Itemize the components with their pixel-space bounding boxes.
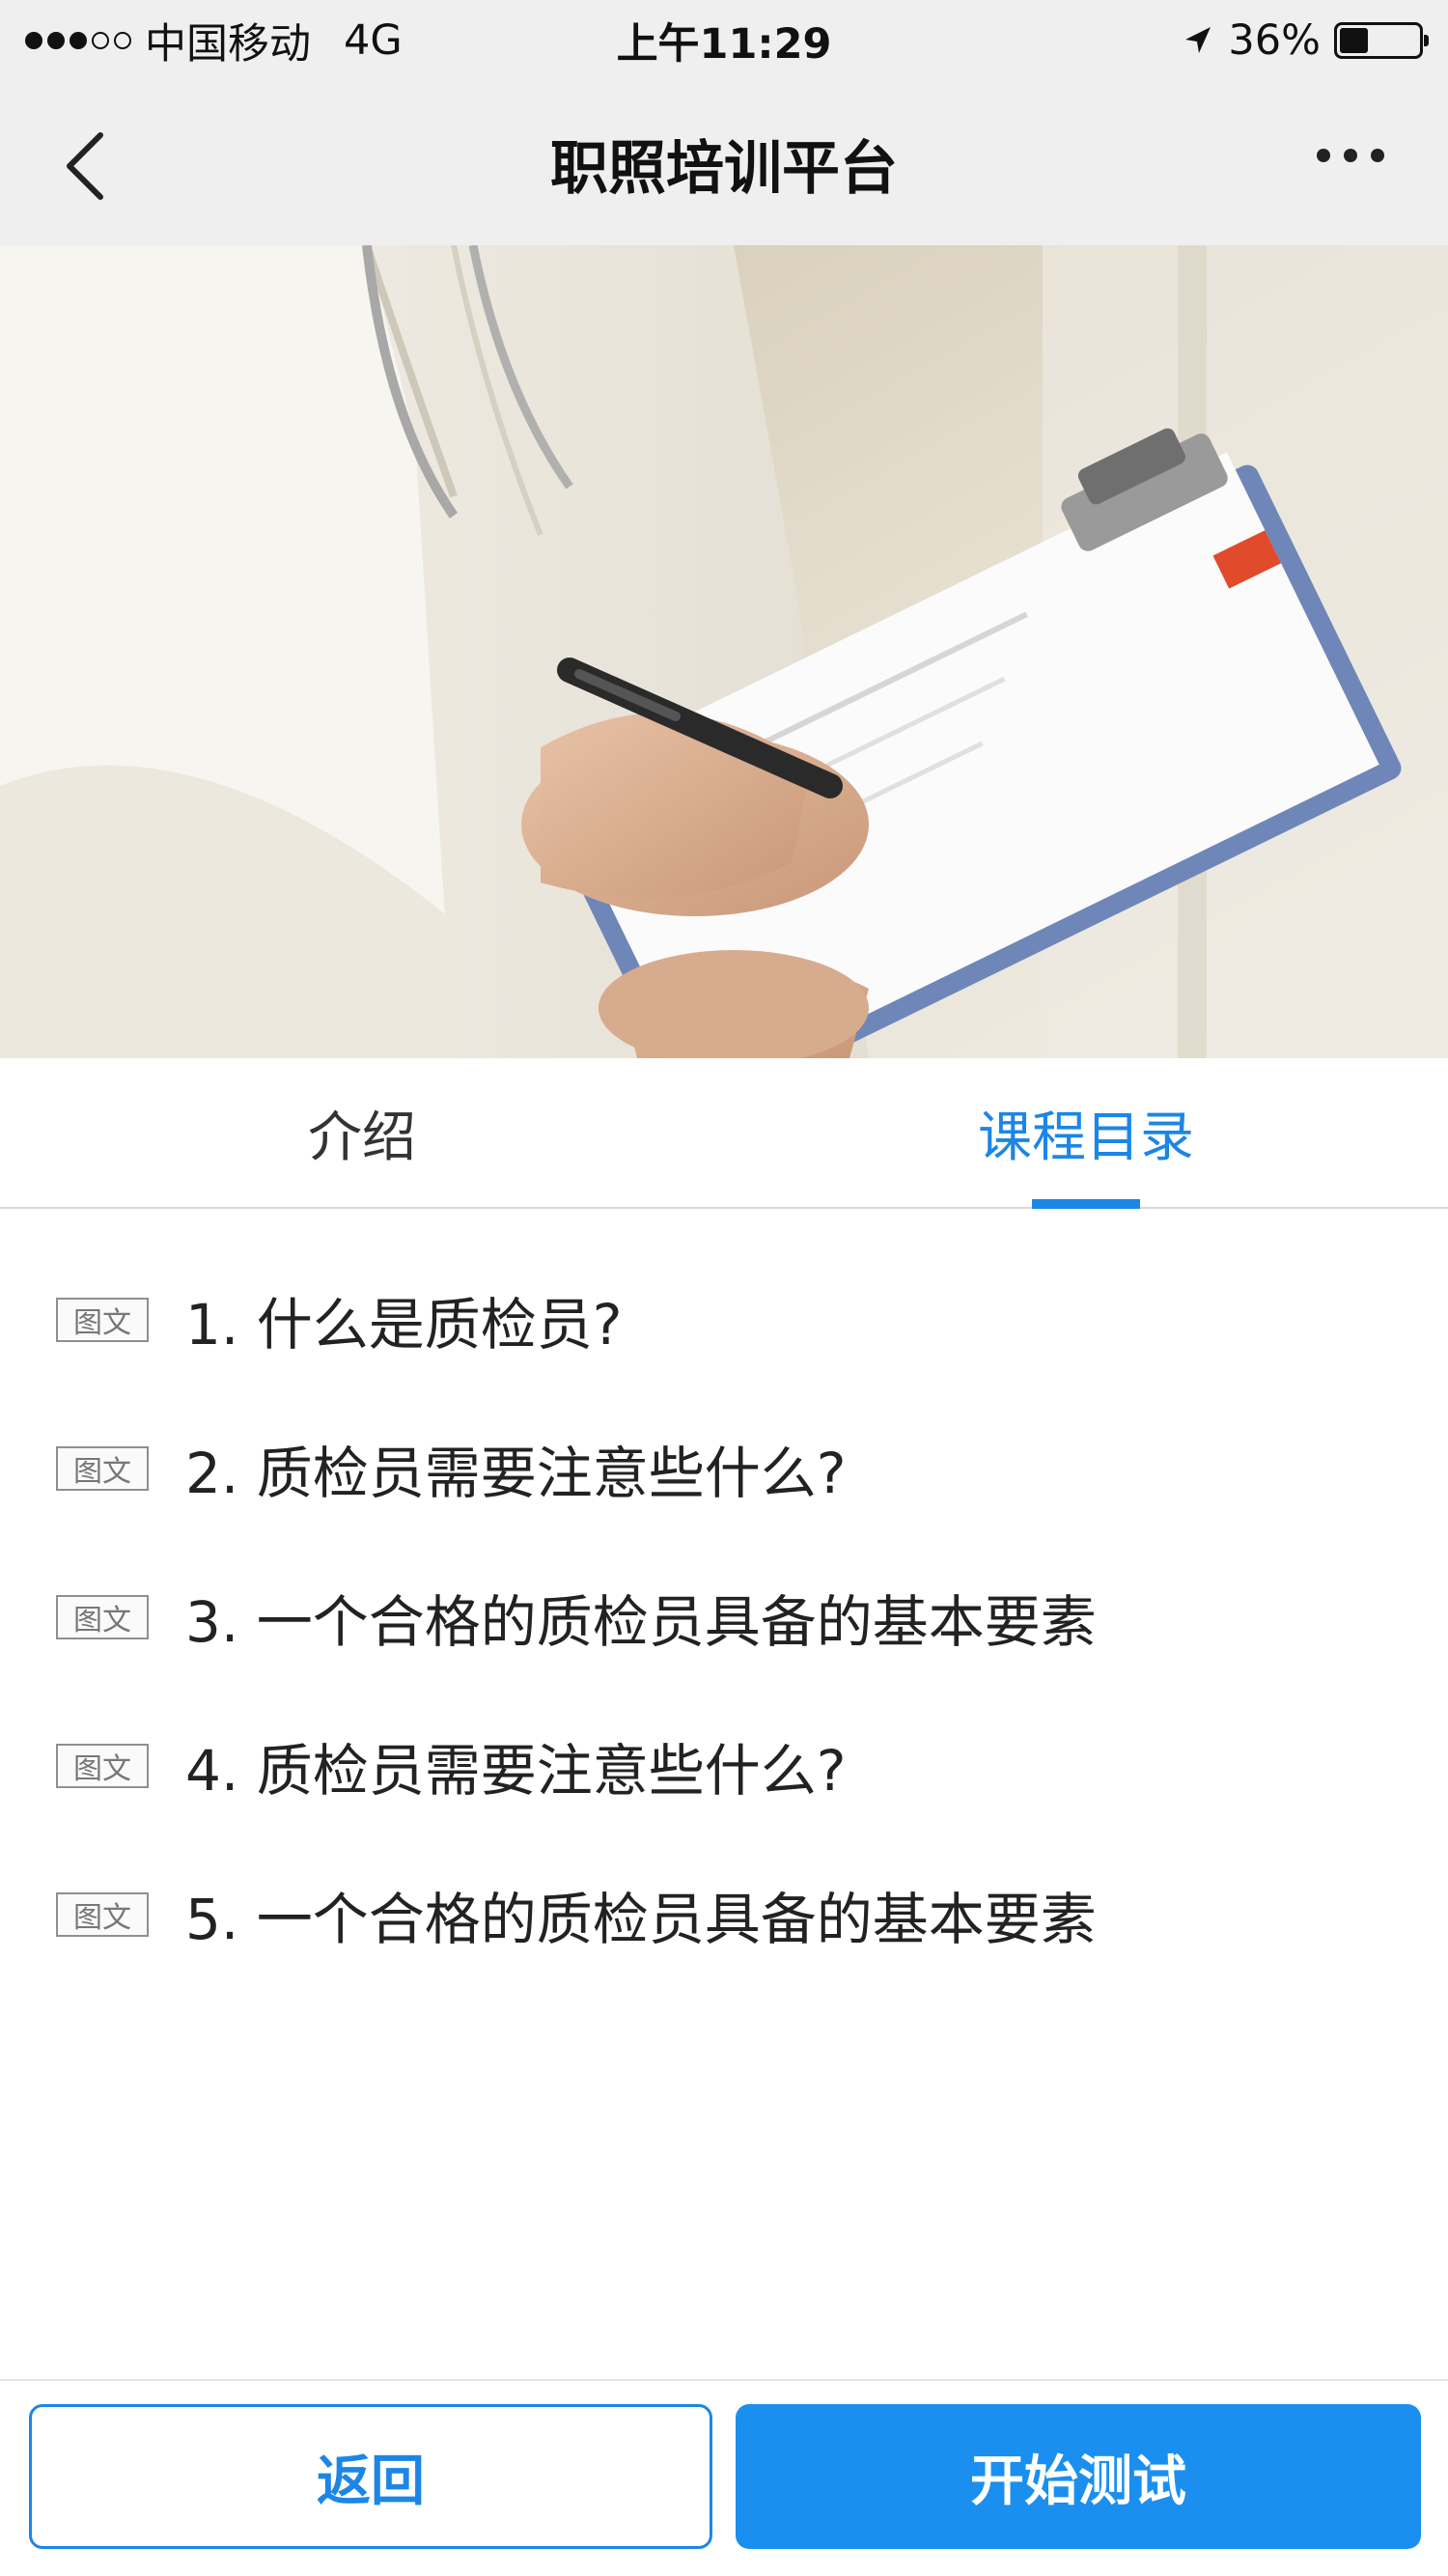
course-type-badge: 图文 — [56, 1892, 149, 1937]
course-type-badge: 图文 — [56, 1298, 149, 1342]
battery-icon — [1334, 22, 1429, 59]
status-bar: 中国移动 4G 上午11:29 36% — [0, 0, 1448, 81]
navigation-bar: 职照培训平台 — [0, 81, 1448, 245]
course-title: 4. 质检员需要注意些什么? — [185, 1738, 847, 1804]
back-button[interactable]: 返回 — [29, 2404, 712, 2549]
course-item[interactable]: 图文 3. 一个合格的质检员具备的基本要素 — [0, 1543, 1448, 1692]
location-arrow-icon — [1185, 27, 1211, 53]
course-title: 5. 一个合格的质检员具备的基本要素 — [185, 1887, 1097, 1952]
course-type-badge: 图文 — [56, 1446, 149, 1491]
tab-intro[interactable]: 介绍 — [0, 1058, 724, 1207]
course-type-badge: 图文 — [56, 1744, 149, 1788]
course-type-badge: 图文 — [56, 1595, 149, 1639]
course-title: 3. 一个合格的质检员具备的基本要素 — [185, 1589, 1097, 1655]
tab-course-catalog-label: 课程目录 — [978, 1106, 1194, 1169]
course-item[interactable]: 图文 2. 质检员需要注意些什么? — [0, 1394, 1448, 1543]
course-item[interactable]: 图文 5. 一个合格的质检员具备的基本要素 — [0, 1840, 1448, 1989]
hero-image — [0, 245, 1448, 1058]
more-dots-icon[interactable] — [1317, 149, 1384, 162]
course-item[interactable]: 图文 4. 质检员需要注意些什么? — [0, 1692, 1448, 1840]
active-tab-indicator — [1032, 1199, 1140, 1209]
tab-intro-label: 介绍 — [308, 1106, 416, 1169]
status-left: 中国移动 4G — [25, 11, 403, 70]
back-chevron-icon[interactable] — [58, 127, 116, 205]
carrier-name: 中国移动 — [145, 20, 311, 69]
footer-bar: 返回 开始测试 — [0, 2379, 1448, 2576]
course-item[interactable]: 图文 1. 什么是质检员? — [0, 1246, 1448, 1394]
doctor-clipboard-illustration — [0, 245, 1448, 1058]
tab-course-catalog[interactable]: 课程目录 — [724, 1058, 1448, 1209]
course-title: 2. 质检员需要注意些什么? — [185, 1441, 847, 1506]
start-test-button[interactable]: 开始测试 — [736, 2404, 1421, 2549]
battery-fill — [1340, 28, 1368, 53]
battery-percent: 36% — [1228, 16, 1321, 65]
course-list: 图文 1. 什么是质检员? 图文 2. 质检员需要注意些什么? 图文 3. 一个… — [0, 1246, 1448, 1989]
page-title: 职照培训平台 — [550, 134, 898, 203]
course-title: 1. 什么是质检员? — [185, 1292, 623, 1358]
signal-strength-icon — [25, 32, 131, 49]
tab-bar: 介绍 课程目录 — [0, 1058, 1448, 1209]
network-type: 4G — [344, 16, 403, 65]
status-right: 36% — [1182, 16, 1429, 65]
